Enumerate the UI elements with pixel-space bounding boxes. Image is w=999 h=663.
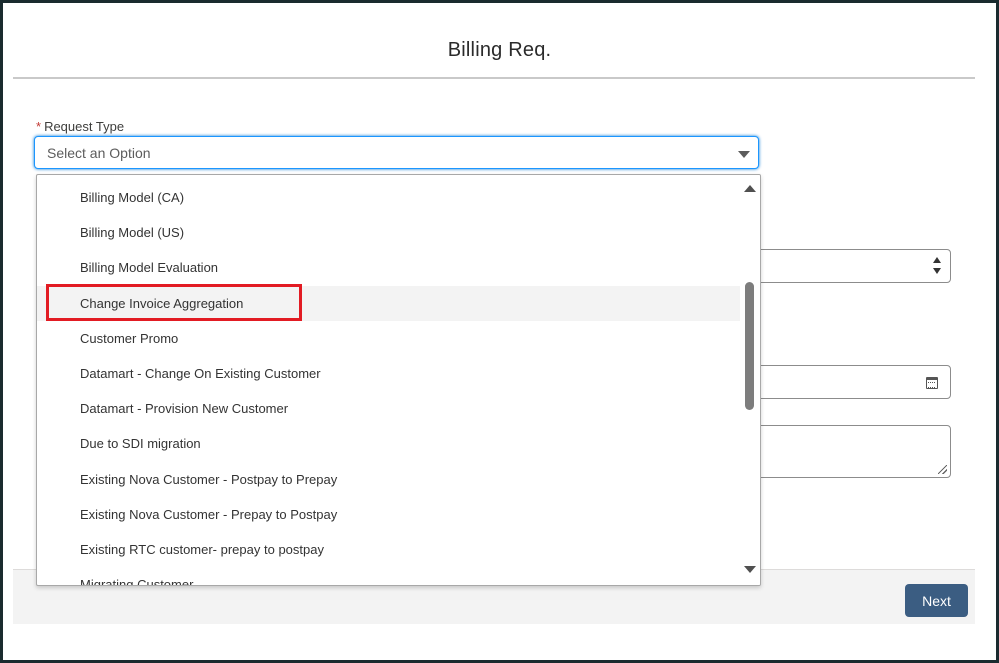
request-type-combobox[interactable]: Select an Option bbox=[34, 136, 759, 169]
dropdown-option[interactable]: Customer Promo bbox=[37, 321, 743, 356]
background-picklist[interactable] bbox=[743, 249, 951, 283]
dropdown-scrollbar[interactable] bbox=[740, 175, 760, 585]
request-type-label-text: Request Type bbox=[44, 119, 125, 134]
window-frame: Billing Req. * Request Type Select an Opt… bbox=[0, 0, 999, 663]
dropdown-option[interactable]: Existing RTC customer- prepay to postpay bbox=[37, 532, 743, 567]
next-button[interactable]: Next bbox=[905, 584, 968, 617]
dropdown-option[interactable]: Datamart - Provision New Customer bbox=[37, 391, 743, 426]
resize-grip-icon[interactable] bbox=[938, 465, 947, 474]
scroll-up-arrow-icon[interactable] bbox=[744, 185, 756, 192]
request-type-label: * Request Type bbox=[36, 119, 124, 134]
dropdown-option[interactable]: Migrating Customer bbox=[37, 567, 743, 585]
up-down-icon bbox=[932, 257, 942, 275]
request-type-dropdown: Billing Model (CA) Billing Model (US) Bi… bbox=[36, 174, 761, 586]
required-marker: * bbox=[36, 119, 42, 134]
calendar-icon[interactable] bbox=[926, 377, 938, 389]
background-textarea[interactable] bbox=[743, 425, 951, 478]
dropdown-option[interactable]: Billing Model (CA) bbox=[37, 180, 743, 215]
dropdown-option[interactable]: Billing Model (US) bbox=[37, 215, 743, 250]
scroll-down-arrow-icon[interactable] bbox=[744, 566, 756, 573]
dropdown-option[interactable]: Due to SDI migration bbox=[37, 426, 743, 461]
dialog-title: Billing Req. bbox=[447, 39, 552, 61]
title-divider bbox=[13, 77, 975, 79]
background-date-input[interactable] bbox=[743, 365, 951, 399]
dropdown-options: Billing Model (CA) Billing Model (US) Bi… bbox=[37, 180, 743, 585]
scrollbar-thumb[interactable] bbox=[745, 282, 754, 410]
dropdown-option[interactable]: Existing Nova Customer - Prepay to Postp… bbox=[37, 497, 743, 532]
combobox-placeholder: Select an Option bbox=[47, 145, 151, 161]
chevron-down-icon[interactable] bbox=[738, 151, 750, 158]
dropdown-option[interactable]: Existing Nova Customer - Postpay to Prep… bbox=[37, 462, 743, 497]
dropdown-option[interactable]: Change Invoice Aggregation bbox=[37, 285, 743, 321]
dropdown-option[interactable]: Datamart - Change On Existing Customer bbox=[37, 356, 743, 391]
dropdown-option[interactable]: Billing Model Evaluation bbox=[37, 250, 743, 285]
